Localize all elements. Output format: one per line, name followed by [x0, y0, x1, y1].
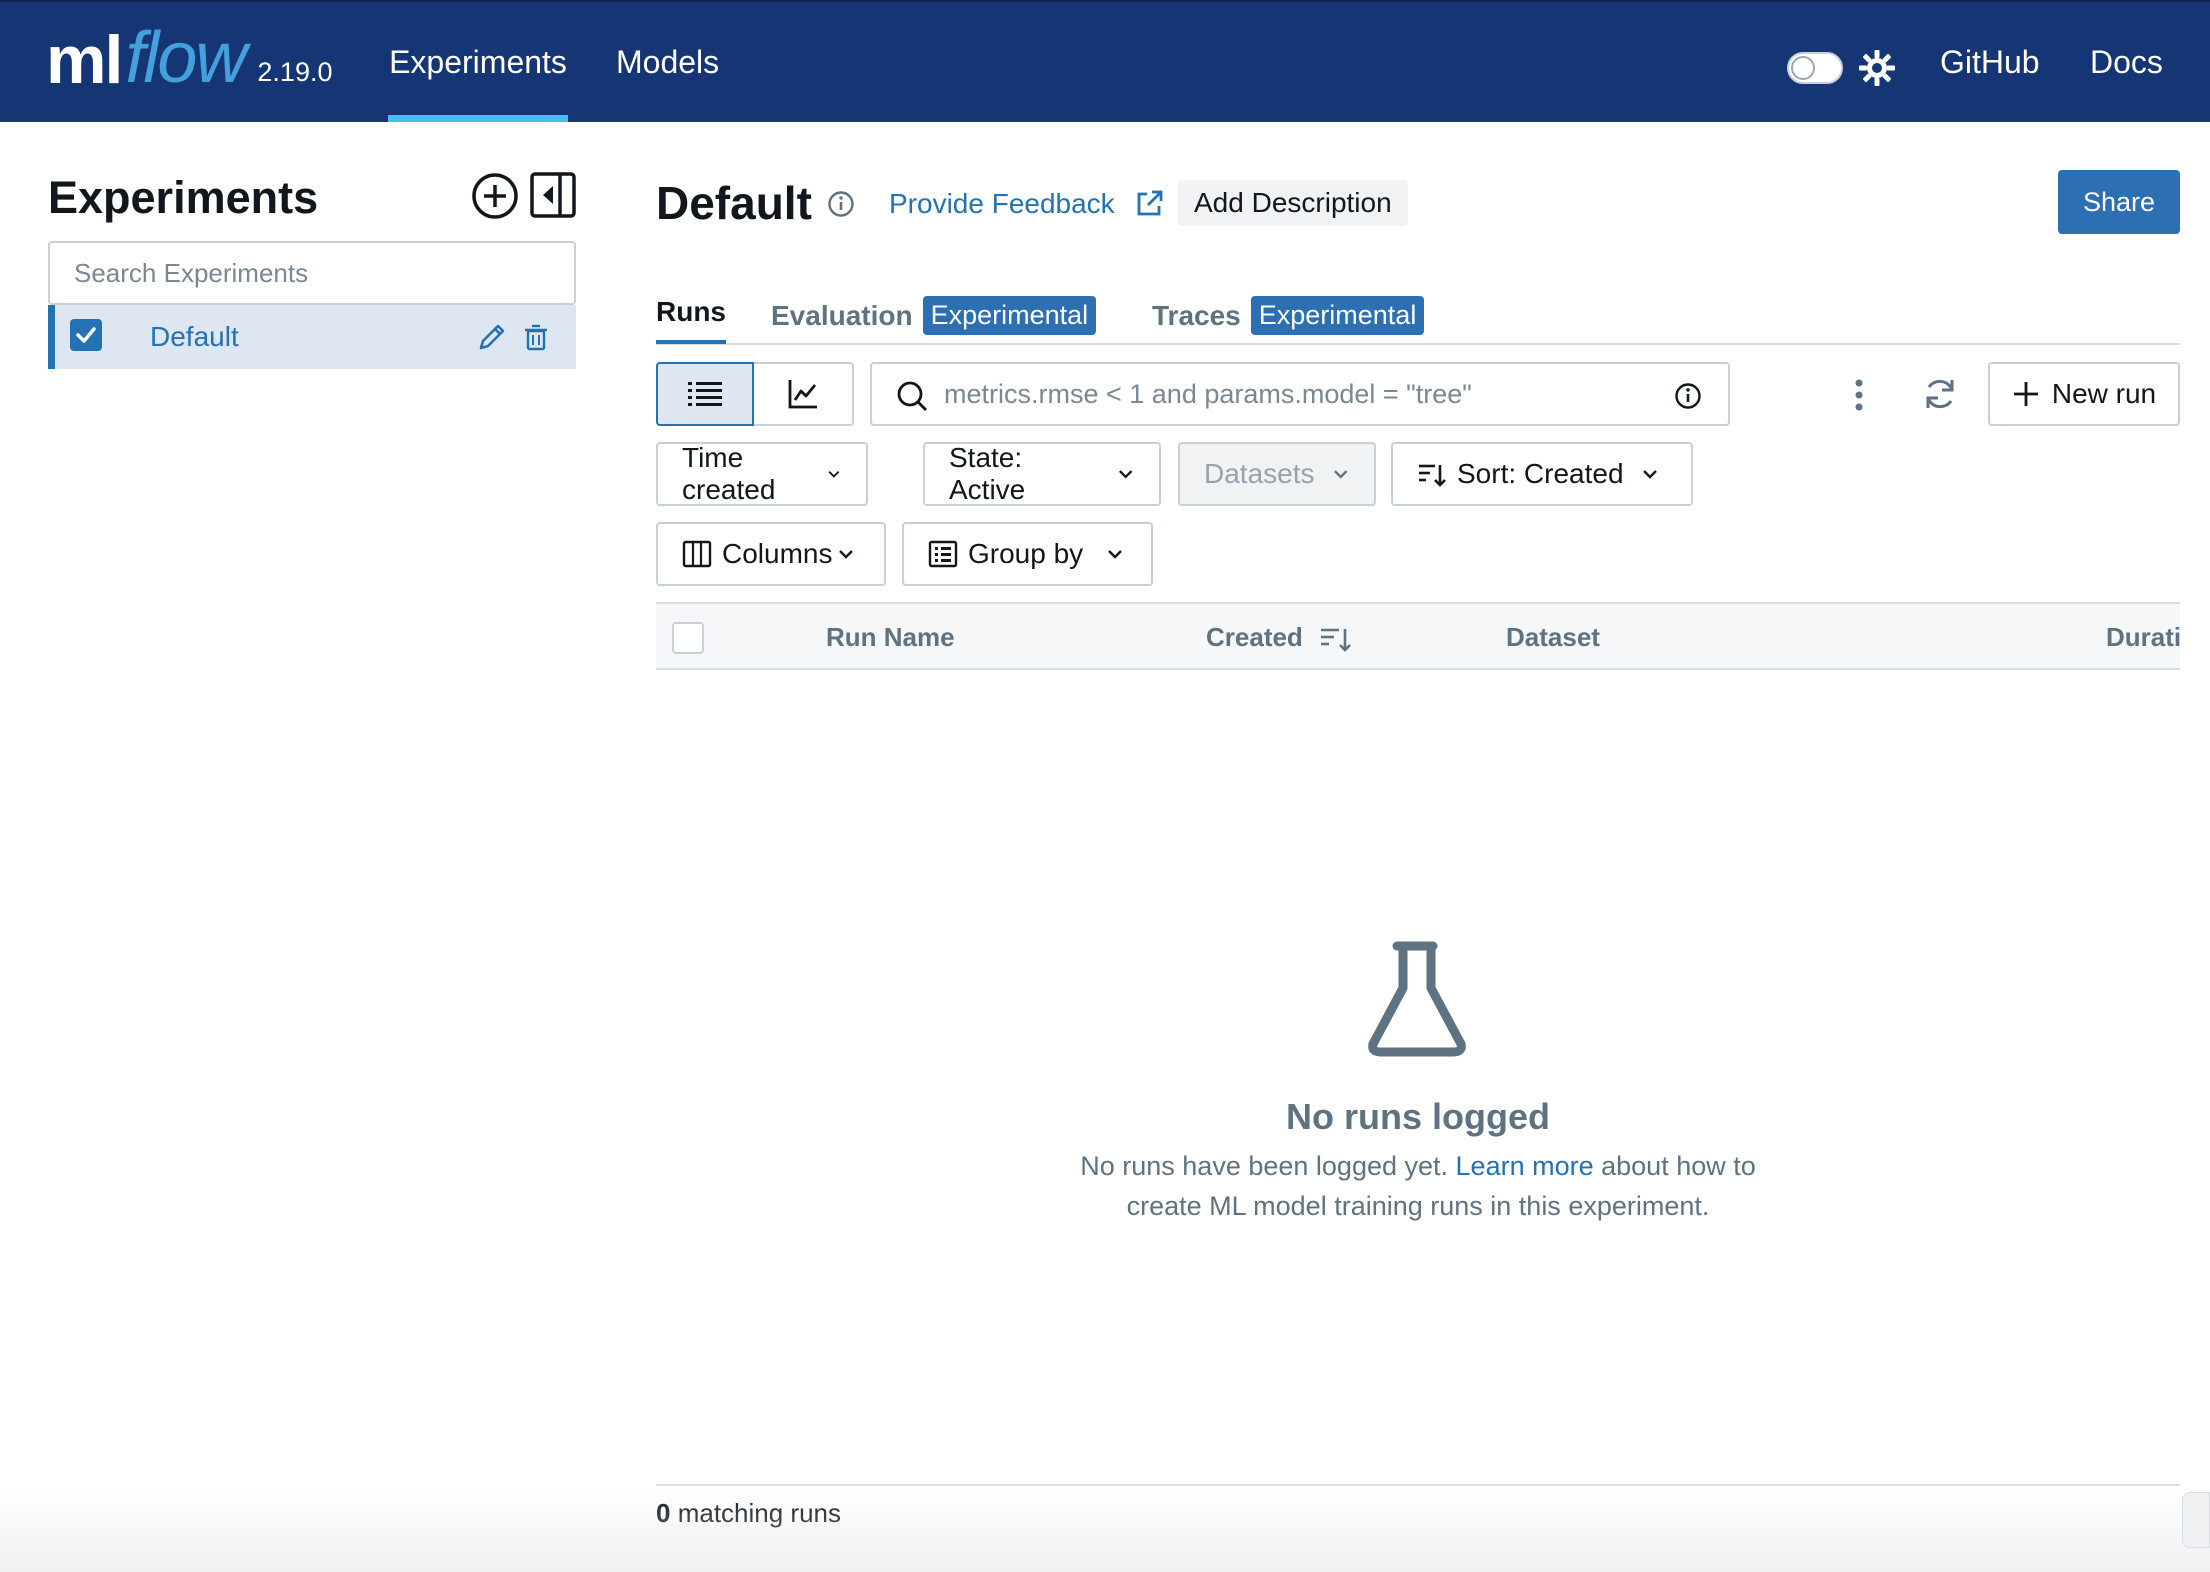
new-run-button[interactable]: New run — [1988, 362, 2180, 426]
tabs-divider — [656, 343, 2180, 345]
state-label: State: Active — [949, 442, 1026, 505]
list-view-button[interactable] — [656, 362, 754, 426]
gear-icon[interactable] — [1857, 48, 1897, 88]
sidebar-title: Experiments — [48, 172, 319, 223]
share-button[interactable]: Share — [2058, 170, 2180, 234]
column-duration[interactable]: Durati — [2106, 622, 2180, 653]
view-mode-toggle — [656, 362, 854, 426]
runs-search-input[interactable] — [944, 364, 1644, 424]
bottom-fade — [0, 1490, 2210, 1572]
runs-search-box — [870, 362, 1730, 426]
select-all-checkbox[interactable] — [672, 622, 704, 654]
datasets-label: Datasets — [1204, 458, 1315, 489]
version-label: 2.19.0 — [257, 57, 333, 87]
nav-docs[interactable]: Docs — [2090, 2, 2163, 122]
tab-evaluation[interactable]: Evaluation Experimental — [771, 296, 1097, 335]
chevron-down-icon — [1108, 550, 1123, 559]
list-icon — [688, 382, 722, 406]
learn-more-link[interactable]: Learn more — [1456, 1151, 1594, 1181]
column-run-name-label: Run Name — [826, 622, 955, 652]
footer-divider — [656, 1484, 2180, 1486]
columns-button[interactable]: Columns — [656, 522, 886, 586]
top-navigation-bar: ml flow 2.19.0 Experiments Models GitHub… — [0, 0, 2210, 122]
tab-traces[interactable]: Traces Experimental — [1152, 296, 1425, 335]
add-experiment-icon[interactable] — [471, 172, 519, 220]
time-created-label: Time created — [682, 442, 776, 505]
sort-icon — [1419, 464, 1446, 487]
info-icon[interactable] — [827, 190, 855, 218]
chevron-down-icon — [1642, 470, 1657, 479]
toggle-knob — [1791, 56, 1815, 80]
collapse-sidebar-icon[interactable] — [530, 172, 576, 218]
nav-experiments[interactable]: Experiments — [388, 2, 568, 122]
logo-ml-text: ml — [46, 22, 123, 98]
group-by-icon — [928, 540, 958, 568]
matching-runs-count: 0 matching runs — [656, 1498, 841, 1529]
nav-github[interactable]: GitHub — [1940, 2, 2040, 122]
info-icon[interactable] — [1674, 382, 1702, 410]
group-by-label: Group by — [968, 538, 1084, 569]
provide-feedback-link[interactable]: Provide Feedback — [889, 188, 1165, 220]
add-description-button[interactable]: Add Description — [1178, 180, 1408, 226]
columns-label: Columns — [722, 538, 833, 569]
empty-state-text-before: No runs have been logged yet. — [1080, 1151, 1449, 1181]
scrollbar-handle[interactable] — [2182, 1492, 2210, 1548]
sort-label: Sort: Created — [1457, 458, 1624, 489]
sort-descending-icon[interactable] — [1319, 623, 1353, 653]
column-duration-label: Durati — [2106, 622, 2180, 652]
search-experiments-input[interactable] — [48, 241, 576, 305]
line-chart-icon — [788, 380, 817, 409]
mlflow-logo[interactable]: ml flow 2.19.0 — [46, 16, 332, 112]
plus-icon — [2013, 382, 2038, 406]
empty-state-text: No runs have been logged yet. Learn more… — [1060, 1146, 1776, 1226]
trash-icon[interactable] — [521, 322, 551, 352]
external-link-icon — [1137, 190, 1163, 216]
pencil-icon[interactable] — [475, 320, 509, 354]
checkbox-checked-icon[interactable] — [70, 319, 102, 351]
chevron-down-icon — [839, 550, 854, 559]
chevron-down-icon — [1118, 470, 1132, 479]
matching-runs-number: 0 — [656, 1498, 671, 1528]
feedback-label: Provide Feedback — [889, 188, 1115, 219]
experimental-badge: Experimental — [1250, 296, 1425, 335]
tab-runs-label: Runs — [656, 296, 726, 327]
runs-table-header: Run Name Created Dataset Durati — [656, 602, 2180, 670]
group-by-button[interactable]: Group by — [902, 522, 1153, 586]
time-created-filter[interactable]: Time created — [656, 442, 868, 506]
page-title: Default — [656, 177, 812, 229]
sidebar-item-label[interactable]: Default — [150, 321, 239, 353]
tab-traces-label: Traces — [1152, 299, 1241, 331]
search-icon — [897, 381, 927, 411]
columns-icon — [682, 540, 712, 568]
column-dataset-label: Dataset — [1506, 622, 1600, 652]
datasets-filter[interactable]: Datasets — [1178, 442, 1376, 506]
new-run-label: New run — [2051, 378, 2157, 409]
column-dataset[interactable]: Dataset — [1506, 622, 1600, 653]
refresh-icon[interactable] — [1922, 376, 1958, 412]
beaker-icon — [1368, 941, 1466, 1057]
dark-mode-toggle[interactable] — [1787, 52, 1843, 84]
more-options-icon[interactable] — [1846, 375, 1872, 415]
logo-flow-text: flow — [125, 18, 247, 98]
column-created[interactable]: Created — [1206, 622, 1353, 653]
sort-dropdown[interactable]: Sort: Created — [1391, 442, 1693, 506]
empty-state-title: No runs logged — [1286, 1096, 1550, 1137]
column-run-name[interactable]: Run Name — [826, 622, 955, 653]
column-created-label: Created — [1206, 622, 1303, 652]
chart-view-button[interactable] — [754, 364, 852, 424]
experimental-badge: Experimental — [922, 296, 1097, 335]
nav-models[interactable]: Models — [616, 2, 719, 122]
chevron-down-icon — [828, 470, 840, 478]
chevron-down-icon — [1333, 470, 1347, 479]
sidebar-item-default[interactable]: Default — [48, 305, 576, 369]
tab-runs[interactable]: Runs — [656, 296, 726, 344]
matching-runs-label: matching runs — [677, 1498, 842, 1528]
tab-evaluation-label: Evaluation — [771, 299, 913, 331]
state-filter[interactable]: State: Active — [923, 442, 1161, 506]
